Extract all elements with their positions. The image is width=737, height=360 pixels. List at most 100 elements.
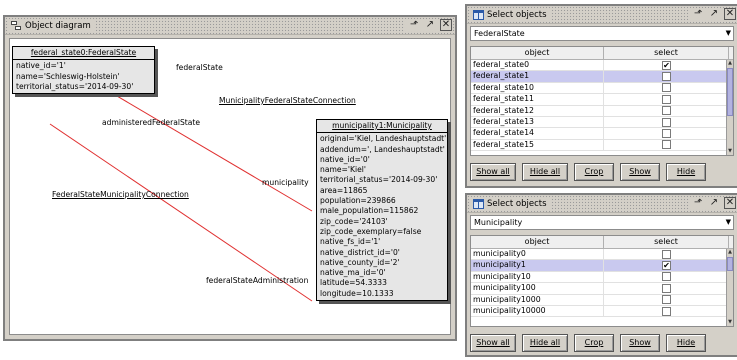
- federal-state-object[interactable]: federal_state0:FederalState native_id='1…: [12, 46, 155, 95]
- select-objects-window-municipality: Select objects ⬏ ↗ ✕ Municipality ▼ obje…: [465, 193, 737, 357]
- object-diagram-window: Object diagram ⬏ ↗ ✕ federal_state0:Fede…: [3, 15, 457, 341]
- table-row[interactable]: municipality10000: [471, 305, 733, 318]
- class-select-value: FederalState: [474, 29, 525, 38]
- select-checkbox[interactable]: [662, 106, 671, 116]
- table-row[interactable]: federal_state13: [471, 116, 733, 129]
- table-row[interactable]: municipality10: [471, 271, 733, 284]
- select-cell: [604, 283, 729, 293]
- maximize-icon[interactable]: ↗: [708, 8, 720, 20]
- hide-all-button[interactable]: Hide all: [522, 334, 568, 352]
- select-checkbox[interactable]: ✔: [662, 261, 671, 271]
- objects-table-body: municipality0 municipality1 ✔ municipality1…: [471, 249, 733, 318]
- attribute-line: addendum=', Landeshauptstadt': [320, 144, 445, 154]
- select-checkbox[interactable]: [662, 306, 671, 316]
- object-name-cell: municipality100: [471, 283, 604, 294]
- scroll-down-icon[interactable]: ▼: [727, 319, 733, 326]
- table-row[interactable]: federal_state14: [471, 128, 733, 140]
- association-federal-state-municipality-label: FederalStateMunicipalityConnection: [52, 190, 189, 199]
- column-header-select[interactable]: select: [604, 47, 729, 59]
- object-name-cell: municipality0: [471, 249, 604, 260]
- column-header-object[interactable]: object: [471, 236, 604, 248]
- object-name-cell: municipality10: [471, 271, 604, 283]
- close-icon[interactable]: ✕: [724, 197, 736, 209]
- show-all-button[interactable]: Show all: [470, 334, 516, 352]
- select-checkbox[interactable]: [662, 83, 671, 93]
- select-cell: [604, 306, 729, 316]
- close-icon[interactable]: ✕: [440, 19, 452, 31]
- object-name-cell: municipality1: [471, 260, 604, 271]
- object-name-cell: municipality10000: [471, 305, 604, 317]
- maximize-icon[interactable]: ↗: [424, 19, 436, 31]
- table-row[interactable]: federal_state12: [471, 105, 733, 117]
- table-row[interactable]: municipality1 ✔: [471, 260, 733, 272]
- diagram-canvas[interactable]: federal_state0:FederalState native_id='1…: [9, 38, 451, 335]
- table-scrollbar[interactable]: ▲ ▼: [726, 249, 733, 326]
- select-cell: [604, 106, 729, 116]
- select-checkbox[interactable]: [662, 117, 671, 127]
- select-checkbox[interactable]: [662, 140, 671, 150]
- scrollbar-thumb[interactable]: [727, 257, 733, 271]
- select-checkbox[interactable]: ✔: [662, 60, 671, 70]
- scrollbar-thumb[interactable]: [727, 68, 733, 116]
- attribute-line: native_ma_id='0': [320, 268, 386, 278]
- table-row[interactable]: federal_state1: [471, 71, 733, 83]
- hide-all-button[interactable]: Hide all: [522, 163, 568, 181]
- select-cell: [604, 83, 729, 93]
- select-checkbox[interactable]: [662, 94, 671, 104]
- select-checkbox[interactable]: [662, 295, 671, 305]
- object-name-cell: federal_state0: [471, 60, 604, 71]
- column-header-object[interactable]: object: [471, 47, 604, 59]
- show-button[interactable]: Show: [620, 163, 660, 181]
- scroll-up-icon[interactable]: ▲: [727, 249, 733, 256]
- object-name-cell: municipality1000: [471, 294, 604, 305]
- object-name-cell: federal_state10: [471, 82, 604, 94]
- crop-button[interactable]: Crop: [574, 163, 614, 181]
- table-row[interactable]: federal_state15: [471, 139, 733, 152]
- select-cell: [604, 295, 729, 305]
- close-icon[interactable]: ✕: [724, 8, 736, 20]
- scroll-down-icon[interactable]: ▼: [727, 148, 733, 155]
- select-checkbox[interactable]: [662, 283, 671, 293]
- scroll-up-icon[interactable]: ▲: [727, 60, 733, 67]
- table-row[interactable]: federal_state10: [471, 82, 733, 95]
- diagram-titlebar[interactable]: Object diagram ⬏ ↗ ✕: [5, 17, 455, 35]
- select-checkbox[interactable]: [662, 129, 671, 139]
- table-row[interactable]: federal_state11: [471, 94, 733, 106]
- undock-icon[interactable]: ⬏: [408, 19, 420, 31]
- column-header-select[interactable]: select: [604, 236, 729, 248]
- class-select-dropdown[interactable]: Municipality ▼: [470, 215, 734, 230]
- federal-state-object-header: federal_state0:FederalState: [13, 47, 154, 61]
- hide-button[interactable]: Hide: [666, 163, 706, 181]
- table-row[interactable]: federal_state0 ✔: [471, 60, 733, 72]
- show-all-button[interactable]: Show all: [470, 163, 516, 181]
- select-window-title: Select objects: [487, 10, 547, 20]
- select-checkbox[interactable]: [662, 249, 671, 259]
- undock-icon[interactable]: ⬏: [692, 8, 704, 20]
- diagram-title-group: Object diagram: [9, 20, 95, 32]
- table-row[interactable]: municipality100: [471, 283, 733, 295]
- municipality-object[interactable]: municipality1:Municipality original='Kie…: [316, 119, 448, 302]
- select-titlebar[interactable]: Select objects ⬏ ↗ ✕: [467, 195, 737, 213]
- hide-button[interactable]: Hide: [666, 334, 706, 352]
- select-titlebar[interactable]: Select objects ⬏ ↗ ✕: [467, 6, 737, 24]
- attribute-line: original='Kiel, Landeshauptstadt': [320, 134, 447, 144]
- undock-icon[interactable]: ⬏: [692, 197, 704, 209]
- role-administered-federal-state-label: administeredFederalState: [102, 118, 201, 127]
- table-scrollbar[interactable]: ▲ ▼: [726, 60, 733, 155]
- crop-button[interactable]: Crop: [574, 334, 614, 352]
- attribute-line: population=239866: [320, 196, 396, 206]
- link-state-administration: [49, 123, 313, 302]
- chevron-down-icon[interactable]: ▼: [726, 27, 731, 40]
- table-row[interactable]: municipality1000: [471, 294, 733, 306]
- chevron-down-icon[interactable]: ▼: [726, 216, 731, 229]
- select-checkbox[interactable]: [662, 72, 671, 82]
- attribute-line: native_id='0': [320, 154, 370, 164]
- role-municipality-label: municipality: [262, 178, 309, 187]
- show-button[interactable]: Show: [620, 334, 660, 352]
- object-name-cell: federal_state1: [471, 71, 604, 82]
- select-checkbox[interactable]: [662, 272, 671, 282]
- attribute-line: native_fs_id='1': [320, 237, 381, 247]
- maximize-icon[interactable]: ↗: [708, 197, 720, 209]
- class-select-dropdown[interactable]: FederalState ▼: [470, 26, 734, 41]
- table-row[interactable]: municipality0: [471, 249, 733, 261]
